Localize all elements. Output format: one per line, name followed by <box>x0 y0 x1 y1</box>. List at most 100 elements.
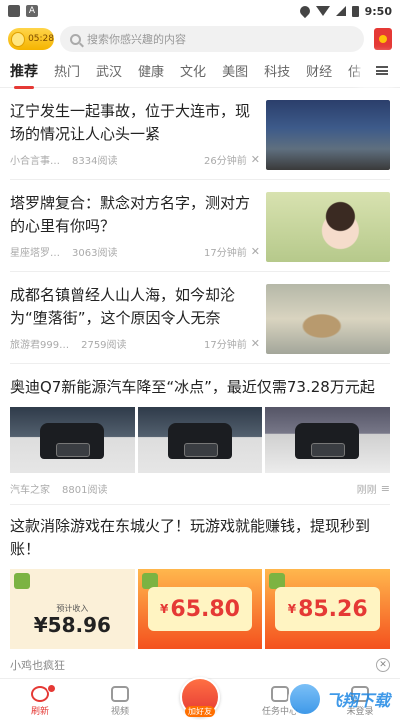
news-time: 17分钟前 <box>204 340 247 351</box>
status-bar: A 9:50 <box>0 0 400 22</box>
game-logo-icon <box>14 573 30 589</box>
news-time: 刚刚 <box>356 485 377 496</box>
news-title: 辽宁发生一起事故，位于大连市，现场的情况让人心头一紧 <box>10 102 251 143</box>
nav-add-friend[interactable]: 加好友 <box>165 677 235 717</box>
news-source: 旅游君999… <box>10 340 70 351</box>
gift-icon: 加好友 <box>180 677 220 717</box>
search-header: 05:28 搜索你感兴趣的内容 <box>0 24 400 54</box>
news-source: 星座塔罗… <box>10 248 60 259</box>
wifi-icon <box>315 6 330 16</box>
news-feed: 辽宁发生一起事故，位于大连市，现场的情况让人心头一紧 小合言事… 8334阅读 2… <box>0 88 400 681</box>
tab-more-partial[interactable]: 估 <box>348 61 361 80</box>
ad-image-row: 预计收入 ¥58.96 ¥65.80 ¥85.26 <box>10 569 391 649</box>
news-image <box>137 407 263 473</box>
news-reads: 2759阅读 <box>81 340 127 351</box>
news-meta: 旅游君999… 2759阅读 17分钟前 ✕ <box>10 336 260 351</box>
gift-label: 加好友 <box>185 706 215 717</box>
search-icon <box>70 33 81 45</box>
ad-amount-3: 85.26 <box>298 596 368 622</box>
tab-wuhan[interactable]: 武汉 <box>96 61 122 80</box>
nav-label: 刷新 <box>30 707 49 717</box>
tab-hot[interactable]: 热门 <box>54 61 80 80</box>
news-meta: 星座塔罗… 3063阅读 17分钟前 ✕ <box>10 244 260 259</box>
news-image <box>10 407 135 473</box>
news-item[interactable]: 成都名镇曾经人山人海，如今却沦为“堕落街”，这个原因令人无奈 旅游君999… 27… <box>10 272 390 364</box>
tab-culture[interactable]: 文化 <box>180 61 206 80</box>
status-right: 9:50 <box>297 3 392 19</box>
notification-badge <box>47 684 56 693</box>
red-envelope-icon[interactable] <box>374 28 392 50</box>
news-title: 成都名镇曾经人山人海，如今却沦为“堕落街”，这个原因令人无奈 <box>10 286 236 327</box>
tab-health[interactable]: 健康 <box>138 61 164 80</box>
status-left: A <box>8 5 38 17</box>
location-icon <box>297 3 312 19</box>
category-tabs: 推荐 热门 武汉 健康 文化 美图 科技 财经 估 <box>0 54 400 89</box>
news-thumbnail <box>266 284 390 354</box>
ad-image: ¥85.26 <box>265 569 391 649</box>
video-icon <box>111 686 129 702</box>
ad-amount-1: 58.96 <box>47 613 111 637</box>
news-source: 汽车之家 <box>10 485 50 496</box>
search-input[interactable]: 搜索你感兴趣的内容 <box>60 26 364 52</box>
news-time: 17分钟前 <box>204 248 247 259</box>
status-time: 9:50 <box>364 4 392 18</box>
news-meta: 汽车之家 8801阅读 刚刚 ≡ <box>10 481 390 496</box>
watermark-text: 飞翔下载 <box>325 691 390 710</box>
currency-symbol: ¥ <box>160 602 169 616</box>
coin-timer-badge[interactable]: 05:28 <box>8 28 54 50</box>
dismiss-icon[interactable]: ✕ <box>251 153 260 166</box>
ad-image: ¥65.80 <box>137 569 263 649</box>
tab-finance[interactable]: 财经 <box>306 61 332 80</box>
tab-tech[interactable]: 科技 <box>264 61 290 80</box>
news-item[interactable]: 塔罗牌复合：默念对方名字，测对方的心里有你吗？ 星座塔罗… 3063阅读 17分钟… <box>10 180 390 272</box>
ad-item[interactable]: 这款消除游戏在东城火了！玩游戏就能赚钱，提现秒到账！ 预计收入 ¥58.96 ¥… <box>10 505 391 681</box>
news-title: 奥迪Q7新能源汽车降至“冰点”，最近仅需73.28万元起 <box>10 378 375 396</box>
news-reads: 8801阅读 <box>62 485 108 496</box>
news-source: 小合言事… <box>10 156 60 167</box>
ad-amount-2: 65.80 <box>170 596 240 622</box>
tasks-icon <box>271 686 289 702</box>
ad-income-amount: ¥58.96 <box>10 613 135 637</box>
nav-video[interactable]: 视频 <box>85 686 155 717</box>
news-image <box>265 407 391 473</box>
news-text: 辽宁发生一起事故，位于大连市，现场的情况让人心头一紧 小合言事… 8334阅读 2… <box>10 100 260 167</box>
news-item-three-images[interactable]: 奥迪Q7新能源汽车降至“冰点”，最近仅需73.28万元起 汽车之家 8801阅读 … <box>10 364 391 505</box>
nav-refresh[interactable]: 刷新 <box>5 684 75 717</box>
news-reads: 8334阅读 <box>72 156 118 167</box>
news-meta: 小合言事… 8334阅读 26分钟前 ✕ <box>10 152 260 167</box>
news-thumbnail <box>266 100 390 170</box>
tab-menu-button[interactable] <box>364 54 400 87</box>
news-reads: 3063阅读 <box>72 248 118 259</box>
watermark-logo-icon <box>287 682 322 716</box>
app-notification-icon: A <box>26 5 38 17</box>
ad-source: 小鸡也疯狂 <box>10 659 65 672</box>
news-time: 26分钟前 <box>204 156 247 167</box>
signal-icon <box>335 6 346 16</box>
news-text: 塔罗牌复合：默念对方名字，测对方的心里有你吗？ 星座塔罗… 3063阅读 17分钟… <box>10 192 260 259</box>
tab-recommend[interactable]: 推荐 <box>10 61 38 89</box>
dismiss-icon[interactable]: ✕ <box>251 245 260 258</box>
news-title: 塔罗牌复合：默念对方名字，测对方的心里有你吗？ <box>10 194 251 235</box>
watermark: 飞翔下载 <box>287 682 390 716</box>
search-placeholder: 搜索你感兴趣的内容 <box>87 33 186 46</box>
dismiss-icon[interactable]: ✕ <box>251 337 260 350</box>
close-ad-icon[interactable]: ✕ <box>376 658 390 672</box>
tab-pictures[interactable]: 美图 <box>222 61 248 80</box>
notification-icon <box>8 5 20 17</box>
red-packet-amount: ¥65.80 <box>147 587 253 631</box>
news-thumbnail <box>266 192 390 262</box>
currency-symbol: ¥ <box>287 602 297 616</box>
coin-icon <box>11 31 26 47</box>
news-text: 成都名镇曾经人山人海，如今却沦为“堕落街”，这个原因令人无奈 旅游君999… 27… <box>10 284 260 351</box>
nav-label: 视频 <box>110 707 129 717</box>
bottom-nav: 刷新 视频 加好友 任务中心 未登录 飞翔下载 <box>0 677 400 720</box>
ad-image: 预计收入 ¥58.96 <box>10 569 135 649</box>
red-packet-amount: ¥85.26 <box>275 587 381 631</box>
news-item[interactable]: 辽宁发生一起事故，位于大连市，现场的情况让人心头一紧 小合言事… 8334阅读 2… <box>10 88 390 180</box>
battery-icon <box>351 5 359 17</box>
more-options-icon[interactable]: ≡ <box>381 482 390 495</box>
news-image-row <box>10 407 391 473</box>
coin-timer: 05:28 <box>28 34 54 44</box>
menu-icon <box>376 66 388 75</box>
currency-symbol: ¥ <box>33 613 48 637</box>
